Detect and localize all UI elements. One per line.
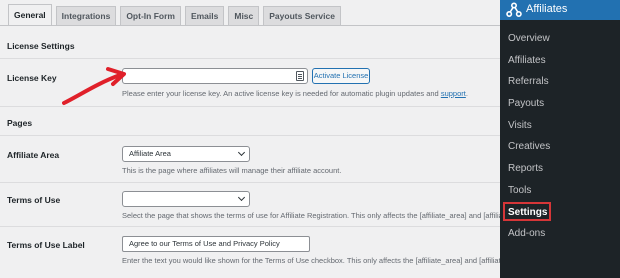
menu-item-tools[interactable]: Tools	[508, 185, 531, 196]
menu-item-overview[interactable]: Overview	[508, 33, 550, 44]
affiliate-area-label: Affiliate Area	[7, 150, 60, 160]
support-link[interactable]: support	[441, 89, 466, 98]
terms-of-use-description: Select the page that shows the terms of …	[122, 211, 500, 220]
affiliate-area-selected: Affiliate Area	[129, 149, 171, 158]
section-divider	[0, 182, 500, 183]
menu-item-creatives[interactable]: Creatives	[508, 141, 550, 152]
settings-highlight-box	[503, 202, 551, 221]
tab-misc[interactable]: Misc	[228, 6, 260, 26]
menu-item-affiliates[interactable]: Affiliates	[508, 55, 546, 66]
red-arrow-annotation	[62, 67, 126, 105]
affiliate-area-description: This is the page where affiliates will m…	[122, 166, 342, 175]
chevron-down-icon	[237, 193, 246, 202]
affiliates-menu-header[interactable]: Affiliates	[493, 0, 620, 20]
terms-of-use-select[interactable]	[122, 191, 250, 207]
section-divider	[0, 106, 500, 107]
terms-of-use-label-input[interactable]: Agree to our Terms of Use and Privacy Po…	[122, 236, 310, 252]
activate-license-button[interactable]: Activate License	[312, 68, 370, 84]
section-divider	[0, 226, 500, 227]
license-key-label: License Key	[7, 73, 57, 83]
chevron-down-icon	[237, 148, 246, 157]
terms-of-use-label-label: Terms of Use Label	[7, 240, 85, 250]
tab-opt-in-form[interactable]: Opt-In Form	[120, 6, 181, 26]
menu-title: Affiliates	[526, 3, 568, 15]
tab-emails[interactable]: Emails	[184, 6, 225, 26]
pages-heading: Pages	[7, 118, 33, 128]
affiliate-area-select[interactable]: Affiliate Area	[122, 146, 250, 162]
menu-item-payouts[interactable]: Payouts	[508, 98, 544, 109]
section-divider	[0, 135, 500, 136]
affiliatewp-logo-icon	[506, 2, 522, 18]
tab-payouts-service[interactable]: Payouts Service	[263, 6, 341, 26]
settings-tabs: General Integrations Opt-In Form Emails …	[8, 4, 345, 26]
license-key-input[interactable]	[122, 68, 308, 84]
password-manager-icon	[296, 71, 304, 81]
license-settings-heading: License Settings	[7, 41, 75, 51]
section-divider	[0, 58, 500, 59]
menu-item-add-ons[interactable]: Add-ons	[508, 228, 545, 239]
admin-submenu: Affiliates Overview Affiliates Referrals…	[493, 0, 620, 278]
terms-of-use-label: Terms of Use	[7, 195, 61, 205]
menu-item-visits[interactable]: Visits	[508, 120, 532, 131]
menu-item-referrals[interactable]: Referrals	[508, 76, 549, 87]
menu-item-reports[interactable]: Reports	[508, 163, 543, 174]
current-menu-pointer	[493, 3, 500, 17]
tab-general[interactable]: General	[8, 4, 52, 26]
tabs-divider	[0, 25, 500, 26]
license-key-description: Please enter your license key. An active…	[122, 89, 468, 98]
tab-integrations[interactable]: Integrations	[55, 6, 117, 26]
